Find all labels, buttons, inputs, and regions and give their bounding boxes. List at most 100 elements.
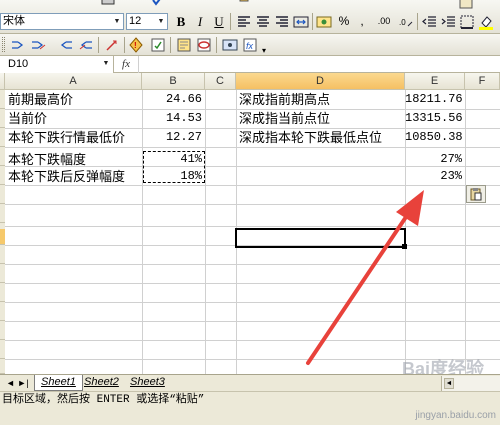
bold-button[interactable]: B: [172, 12, 190, 31]
underline-button[interactable]: U: [210, 12, 228, 31]
svg-text:!: !: [134, 41, 137, 50]
fill-color-icon[interactable]: [478, 14, 494, 30]
decrease-indent-icon[interactable]: [421, 14, 437, 30]
currency-icon[interactable]: [316, 14, 332, 30]
cell-b2[interactable]: 14.53: [142, 109, 205, 128]
row-header-selected[interactable]: [0, 229, 5, 245]
cell-a3[interactable]: 本轮下跌行情最低价: [5, 128, 142, 147]
formula-input[interactable]: [138, 56, 500, 73]
increase-indent-icon[interactable]: [440, 14, 456, 30]
row-header[interactable]: [0, 321, 5, 340]
decrease-decimal-icon[interactable]: .0: [398, 14, 414, 30]
trace-error-icon[interactable]: !: [128, 37, 144, 53]
column-header-a[interactable]: A: [5, 73, 142, 90]
watermark-url: jingyan.baidu.com: [415, 410, 496, 421]
scroll-left-icon[interactable]: ◄: [444, 378, 454, 389]
toolbar-separator: [98, 37, 99, 53]
row-header[interactable]: [0, 264, 5, 283]
cell-d2[interactable]: 深成指当前点位: [236, 109, 405, 128]
tab-sheet1[interactable]: Sheet1: [34, 375, 83, 391]
chevron-down-icon[interactable]: ▼: [101, 57, 111, 70]
format-painter-icon[interactable]: [236, 0, 252, 8]
tab-sheet2[interactable]: Sheet2: [78, 375, 125, 391]
spelling-icon[interactable]: [150, 0, 166, 8]
font-size-box[interactable]: 12 ▼: [126, 13, 168, 30]
align-left-icon[interactable]: [236, 14, 252, 30]
toolbar-separator: [216, 37, 217, 53]
chevron-down-icon[interactable]: ▼: [112, 15, 122, 28]
grid-line: [205, 90, 206, 374]
row-header[interactable]: [0, 245, 5, 264]
toolbar-grip: [2, 37, 5, 52]
error-checking-icon[interactable]: [150, 37, 166, 53]
row-header[interactable]: [0, 359, 5, 374]
chevron-down-icon[interactable]: ▼: [156, 15, 166, 28]
cell-e1[interactable]: 18211.76: [405, 90, 465, 109]
increase-decimal-button[interactable]: .00: [372, 12, 396, 31]
formatting-toolbar: 宋体 ▼ 12 ▼ B I U % , .00 .0: [0, 0, 500, 34]
copy-marquee: [143, 151, 205, 183]
tab-scroll-buttons[interactable]: ◄ ►|: [6, 376, 29, 390]
sheet-tab-bar: ◄ ►| Sheet1 Sheet2 Sheet3 ◄: [0, 374, 500, 391]
cell-b1[interactable]: 24.66: [142, 90, 205, 109]
status-bar: 目标区域，然后按 ENTER 或选择“粘贴”: [0, 391, 500, 408]
toolbar-options-icon[interactable]: ▾: [262, 46, 266, 55]
merge-center-icon[interactable]: [293, 14, 309, 30]
column-header-e[interactable]: E: [405, 73, 465, 90]
comma-style-button[interactable]: ,: [353, 12, 371, 31]
cell-a1[interactable]: 前期最高价: [5, 90, 142, 109]
italic-button[interactable]: I: [191, 12, 209, 31]
trace-dependents-icon[interactable]: [58, 37, 74, 53]
insert-function-icon[interactable]: fx: [118, 56, 134, 73]
column-header-d[interactable]: D: [236, 73, 405, 90]
annotation-arrow: [306, 190, 424, 365]
remove-dependents-icon[interactable]: [78, 37, 94, 53]
bottom-strip: jingyan.baidu.com: [0, 408, 500, 425]
print-icon[interactable]: [100, 0, 116, 8]
column-header-c[interactable]: C: [205, 73, 236, 90]
svg-text:.0: .0: [399, 18, 406, 27]
grid-line: [5, 147, 500, 148]
formula-bar: D10 ▼ fx: [0, 56, 500, 73]
cell-e3[interactable]: 10850.38: [405, 128, 465, 147]
svg-text:fx: fx: [246, 41, 254, 51]
column-header-f[interactable]: F: [465, 73, 500, 90]
align-center-icon[interactable]: [255, 14, 271, 30]
toolbar-separator: [312, 13, 313, 30]
row-header[interactable]: [0, 185, 5, 204]
row-header[interactable]: [0, 283, 5, 302]
tab-sheet3[interactable]: Sheet3: [124, 375, 171, 391]
chart-wizard-icon[interactable]: [458, 0, 474, 10]
grid-line: [465, 90, 466, 374]
cell-a6[interactable]: 本轮下跌后反弹幅度: [5, 167, 142, 186]
remove-all-arrows-icon[interactable]: [104, 37, 120, 53]
toolbar-separator: [170, 37, 171, 53]
remove-precedents-icon[interactable]: [30, 37, 46, 53]
cell-d1[interactable]: 深成指前期高点: [236, 90, 405, 109]
circle-invalid-data-icon[interactable]: [196, 37, 212, 53]
font-size-value: 12: [129, 15, 142, 27]
row-header[interactable]: [0, 302, 5, 321]
cell-b3[interactable]: 12.27: [142, 128, 205, 147]
cell-a2[interactable]: 当前价: [5, 109, 142, 128]
paste-options-button[interactable]: [466, 185, 486, 203]
row-header[interactable]: [0, 340, 5, 359]
clipboard-icon: [470, 188, 482, 201]
percent-button[interactable]: %: [335, 12, 353, 31]
font-name-box[interactable]: 宋体 ▼: [0, 13, 124, 30]
borders-icon[interactable]: [459, 14, 475, 30]
row-header[interactable]: [0, 204, 5, 223]
cell-d3[interactable]: 深成指本轮下跌最低点位: [236, 128, 405, 147]
toolbar-separator: [230, 13, 231, 30]
horizontal-scrollbar[interactable]: ◄: [441, 376, 500, 391]
trace-precedents-icon[interactable]: [10, 37, 26, 53]
toolbar-separator: [417, 13, 418, 30]
new-comment-icon[interactable]: [176, 37, 192, 53]
column-header-b[interactable]: B: [142, 73, 205, 90]
name-box[interactable]: D10 ▼: [0, 56, 114, 73]
evaluate-formula-icon[interactable]: fx: [242, 37, 258, 53]
cell-e2[interactable]: 13315.56: [405, 109, 465, 128]
toolbar-separator: [124, 37, 125, 53]
show-watch-window-icon[interactable]: [222, 37, 238, 53]
align-right-icon[interactable]: [274, 14, 290, 30]
